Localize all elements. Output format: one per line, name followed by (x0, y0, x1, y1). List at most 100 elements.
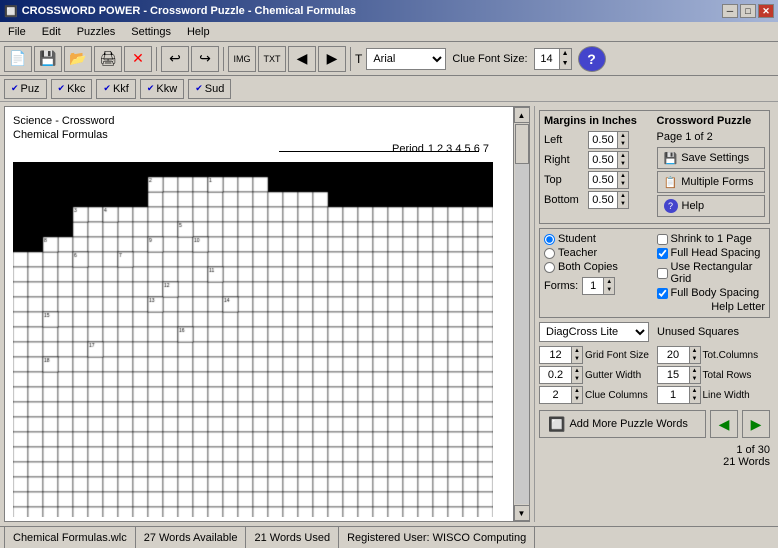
left-down[interactable]: ▼ (617, 140, 628, 148)
font-icon: T (355, 52, 362, 66)
bottom-up[interactable]: ▲ (617, 192, 628, 200)
scroll-down-button[interactable]: ▼ (514, 505, 530, 521)
prev-nav-button[interactable]: ◀ (710, 410, 738, 438)
clue-columns-input[interactable]: 2 ▲ ▼ (539, 386, 583, 404)
cp-page: Page 1 of 2 (657, 131, 766, 143)
margins-section: Margins in Inches Left 0.50 ▲ ▼ Right 0.… (544, 115, 653, 219)
save-settings-button[interactable]: 💾 Save Settings (657, 147, 766, 169)
bottom-down[interactable]: ▼ (617, 200, 628, 208)
menu-file[interactable]: File (4, 24, 30, 40)
forms-input[interactable]: 1 ▲ ▼ (582, 277, 615, 295)
right-up[interactable]: ▲ (617, 152, 628, 160)
shrink-checkbox[interactable] (657, 234, 668, 245)
top-margin-input[interactable]: 0.50 ▲ ▼ (588, 171, 629, 189)
cc-up[interactable]: ▲ (571, 387, 582, 395)
gw-up[interactable]: ▲ (571, 367, 582, 375)
print-button[interactable]: 🖨 (94, 46, 122, 72)
tr-up[interactable]: ▲ (689, 367, 700, 375)
both-copies-radio[interactable] (544, 262, 555, 273)
tr-down[interactable]: ▼ (689, 375, 700, 383)
font-size-up[interactable]: ▲ (559, 49, 571, 59)
multiple-forms-button[interactable]: 📋 Multiple Forms (657, 171, 766, 193)
menu-edit[interactable]: Edit (38, 24, 65, 40)
open-button[interactable]: 📂 (64, 46, 92, 72)
text-button[interactable]: TXT (258, 46, 286, 72)
total-rows-value: 15 (658, 369, 689, 381)
back-button[interactable]: ↩ (161, 46, 189, 72)
top-up[interactable]: ▲ (617, 172, 628, 180)
minimize-button[interactable]: ─ (722, 4, 738, 18)
help-button[interactable]: ? Help (657, 195, 766, 217)
scroll-thumb[interactable] (515, 124, 529, 164)
grid-font-size-label: Grid Font Size (585, 350, 653, 361)
save-toolbar-button[interactable]: 💾 (34, 46, 62, 72)
right-margin-input[interactable]: 0.50 ▲ ▼ (588, 151, 629, 169)
clue-font-size-input[interactable]: 14 ▲ ▼ (534, 48, 572, 70)
close-button[interactable]: ✕ (758, 4, 774, 18)
forms-down[interactable]: ▼ (603, 286, 614, 294)
lw-up[interactable]: ▲ (689, 387, 700, 395)
rectangular-checkbox[interactable] (657, 268, 668, 279)
line-width-row: 1 ▲ ▼ Line Width (657, 386, 771, 404)
next-nav-button[interactable]: ▶ (742, 410, 770, 438)
right-nav-button[interactable]: ▶ (318, 46, 346, 72)
right-down[interactable]: ▼ (617, 160, 628, 168)
maximize-button[interactable]: □ (740, 4, 756, 18)
menu-puzzles[interactable]: Puzzles (73, 24, 120, 40)
cc-down[interactable]: ▼ (571, 395, 582, 403)
lw-down[interactable]: ▼ (689, 395, 700, 403)
tc-down[interactable]: ▼ (689, 355, 700, 363)
new-button[interactable]: 📄 (4, 46, 32, 72)
left-nav-button[interactable]: ◀ (288, 46, 316, 72)
tab-kkw-label: Kkw (156, 83, 177, 95)
line-width-input[interactable]: 1 ▲ ▼ (657, 386, 701, 404)
left-up[interactable]: ▲ (617, 132, 628, 140)
tc-up[interactable]: ▲ (689, 347, 700, 355)
tab-kkw[interactable]: ✔ Kkw (140, 79, 184, 99)
cancel-button[interactable]: ✕ (124, 46, 152, 72)
crossword-grid-container[interactable] (13, 162, 507, 517)
full-body-checkbox[interactable] (657, 288, 668, 299)
forward-button[interactable]: ↪ (191, 46, 219, 72)
scroll-bar[interactable]: ▲ ▼ (513, 107, 529, 521)
gw-down[interactable]: ▼ (571, 375, 582, 383)
tot-columns-input[interactable]: 20 ▲ ▼ (657, 346, 701, 364)
help-letter-label: Help Letter (711, 301, 765, 313)
top-down[interactable]: ▼ (617, 180, 628, 188)
add-words-button[interactable]: 🔲 Add More Puzzle Words (539, 410, 706, 438)
bottom-margin-input[interactable]: 0.50 ▲ ▼ (588, 191, 629, 209)
save-icon: 💾 (664, 152, 678, 165)
forms-label: Forms: (544, 280, 578, 292)
tab-puz[interactable]: ✔ Puz (4, 79, 47, 99)
multiple-label: Multiple Forms (681, 176, 753, 188)
image-button[interactable]: IMG (228, 46, 256, 72)
right-margin-label: Right (544, 154, 584, 166)
gfs-down[interactable]: ▼ (571, 355, 582, 363)
line-width-value: 1 (658, 389, 689, 401)
bottom-margin-label: Bottom (544, 194, 584, 206)
forms-up[interactable]: ▲ (603, 278, 614, 286)
tab-kkf[interactable]: ✔ Kkf (96, 79, 135, 99)
puzzle-content: Science - Crossword Chemical Formulas Pe… (5, 107, 529, 521)
full-head-checkbox[interactable] (657, 248, 668, 259)
scroll-up-button[interactable]: ▲ (514, 107, 530, 123)
gfs-up[interactable]: ▲ (571, 347, 582, 355)
font-select[interactable]: Arial (366, 48, 446, 70)
font-size-down[interactable]: ▼ (559, 59, 571, 69)
teacher-radio[interactable] (544, 248, 555, 259)
cp-title: Crossword Puzzle (657, 115, 766, 127)
grid-font-size-input[interactable]: 12 ▲ ▼ (539, 346, 583, 364)
tab-kkc[interactable]: ✔ Kkc (51, 79, 93, 99)
scroll-track[interactable] (515, 124, 529, 504)
gutter-width-input[interactable]: 0.2 ▲ ▼ (539, 366, 583, 384)
menu-help[interactable]: Help (183, 24, 214, 40)
student-radio[interactable] (544, 234, 555, 245)
tab-sud[interactable]: ✔ Sud (188, 79, 231, 99)
diagcross-select[interactable]: DiagCross Lite (539, 322, 649, 342)
menu-bar: File Edit Puzzles Settings Help (0, 22, 778, 42)
left-margin-input[interactable]: 0.50 ▲ ▼ (588, 131, 629, 149)
help-toolbar-button[interactable]: ? (578, 46, 606, 72)
total-rows-input[interactable]: 15 ▲ ▼ (657, 366, 701, 384)
menu-settings[interactable]: Settings (127, 24, 175, 40)
line-width-label: Line Width (703, 390, 771, 401)
